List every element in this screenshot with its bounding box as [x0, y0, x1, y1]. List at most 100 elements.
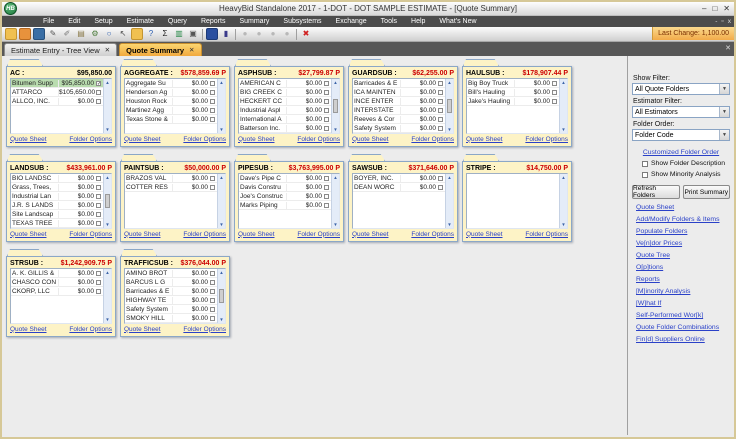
folder-options-link[interactable]: Folder Options: [69, 326, 112, 333]
vendor-row[interactable]: CHASCO CON$0.00: [11, 278, 103, 287]
vendor-row[interactable]: AMINO BROT$0.00: [125, 269, 217, 278]
vendor-row[interactable]: HECKERT CC$0.00: [239, 97, 331, 106]
folder-options-link[interactable]: Folder Options: [411, 136, 454, 143]
vendor-checkbox[interactable]: [324, 81, 329, 86]
chevron-down-icon[interactable]: ▼: [719, 130, 729, 140]
sidebar-link-reports[interactable]: Reports: [636, 276, 730, 283]
chevron-down-icon[interactable]: ▼: [719, 84, 729, 94]
menu-item-help[interactable]: Help: [404, 16, 432, 27]
vendor-checkbox[interactable]: ✓: [96, 81, 101, 86]
vendor-row[interactable]: Henderson Ag$0.00: [125, 88, 217, 97]
scroll-up-icon[interactable]: ▲: [104, 174, 111, 181]
vertical-scrollbar[interactable]: ▲▼: [331, 79, 339, 133]
sidebar-link-quote-sheet[interactable]: Quote Sheet: [636, 204, 730, 211]
scroll-up-icon[interactable]: ▲: [104, 79, 111, 86]
vendor-checkbox[interactable]: [210, 117, 215, 122]
vendor-row[interactable]: HIGHWAY TE$0.00: [125, 296, 217, 305]
scroll-up-icon[interactable]: ▲: [332, 79, 339, 86]
scroll-down-icon[interactable]: ▼: [104, 126, 111, 133]
vendor-row[interactable]: Big Boy Truck$0.00: [467, 79, 559, 88]
folder-options-link[interactable]: Folder Options: [525, 136, 568, 143]
menu-item-subsystems[interactable]: Subsystems: [276, 16, 328, 27]
vendor-checkbox[interactable]: [210, 271, 215, 276]
menu-item-query[interactable]: Query: [161, 16, 194, 27]
vertical-scrollbar[interactable]: ▲▼: [331, 174, 339, 228]
scroll-up-icon[interactable]: ▲: [218, 269, 225, 276]
menu-item-edit[interactable]: Edit: [61, 16, 87, 27]
scroll-up-icon[interactable]: ▲: [332, 174, 339, 181]
vendor-row[interactable]: Marks Piping$0.00: [239, 201, 331, 210]
vendor-row[interactable]: ALLCO, INC.$0.00: [11, 97, 103, 106]
notes-icon[interactable]: [206, 28, 218, 40]
vendor-row[interactable]: CKORP, LLC$0.00: [11, 287, 103, 296]
vendor-checkbox[interactable]: [96, 271, 101, 276]
show-filter-select[interactable]: All Quote Folders ▼: [632, 83, 730, 95]
pen-icon[interactable]: ✐: [61, 28, 73, 40]
vendor-row[interactable]: DEAN WORC$0.00: [353, 183, 445, 192]
vertical-scrollbar[interactable]: ▲▼: [103, 174, 111, 228]
vendor-checkbox[interactable]: [438, 117, 443, 122]
vendor-row[interactable]: Barricades & E$0.00: [125, 287, 217, 296]
scroll-up-icon[interactable]: ▲: [218, 174, 225, 181]
vendor-checkbox[interactable]: [210, 307, 215, 312]
sum-icon[interactable]: Σ: [159, 28, 171, 40]
folder-options-link[interactable]: Folder Options: [183, 231, 226, 238]
vendor-row[interactable]: BIO LANDSC$0.00: [11, 174, 103, 183]
menu-item-exchange[interactable]: Exchange: [329, 16, 374, 27]
vendor-checkbox[interactable]: [210, 280, 215, 285]
quote-sheet-link[interactable]: Quote Sheet: [466, 136, 503, 143]
vendor-row[interactable]: Batterson Inc.$0.00: [239, 124, 331, 133]
folder-options-link[interactable]: Folder Options: [525, 231, 568, 238]
vertical-scrollbar[interactable]: ▲▼: [103, 79, 111, 133]
vendor-checkbox[interactable]: [552, 90, 557, 95]
tab-close-icon[interactable]: ✕: [189, 46, 194, 54]
vendor-row[interactable]: BRAZOS VAL$0.00: [125, 174, 217, 183]
vertical-scrollbar[interactable]: ▲▼: [559, 79, 567, 133]
vendor-checkbox[interactable]: [324, 99, 329, 104]
vendor-row[interactable]: AMERICAN C$0.00: [239, 79, 331, 88]
scroll-up-icon[interactable]: ▲: [218, 79, 225, 86]
vendor-checkbox[interactable]: [438, 108, 443, 113]
vendor-row[interactable]: Bitumen Supp$95,850.00✓: [11, 79, 103, 88]
print-summary-button[interactable]: Print Summary: [683, 185, 731, 199]
mdi-restore-button[interactable]: ▫: [721, 16, 723, 27]
show-minority-analysis-checkbox[interactable]: Show Minority Analysis: [642, 171, 730, 178]
vendor-checkbox[interactable]: [96, 99, 101, 104]
vendor-row[interactable]: BOYER, INC.$0.00: [353, 174, 445, 183]
folder-options-link[interactable]: Folder Options: [183, 326, 226, 333]
vendor-row[interactable]: Grass, Trees,$0.00: [11, 183, 103, 192]
folder-options-link[interactable]: Folder Options: [183, 136, 226, 143]
money-icon[interactable]: ▮: [220, 28, 232, 40]
vendor-checkbox[interactable]: [438, 81, 443, 86]
quote-sheet-link[interactable]: Quote Sheet: [238, 231, 275, 238]
nav-next-icon[interactable]: ●: [267, 28, 279, 40]
sidebar-link-self-performed-wor-k-[interactable]: Self-Performed Wor[k]: [636, 312, 730, 319]
scroll-thumb[interactable]: [333, 99, 338, 113]
quote-sheet-link[interactable]: Quote Sheet: [352, 136, 389, 143]
vendor-row[interactable]: Houston Rock$0.00: [125, 97, 217, 106]
vendor-checkbox[interactable]: [210, 176, 215, 181]
minimize-button[interactable]: –: [702, 4, 706, 13]
vendor-row[interactable]: Barricades & E$0.00: [353, 79, 445, 88]
vendor-checkbox[interactable]: [438, 185, 443, 190]
tab-quote-summary[interactable]: Quote Summary✕: [119, 43, 201, 56]
vendor-row[interactable]: Reeves & Cor$0.00: [353, 115, 445, 124]
vendor-checkbox[interactable]: [324, 108, 329, 113]
help-balloon-icon[interactable]: ?: [145, 28, 157, 40]
vendor-checkbox[interactable]: [210, 90, 215, 95]
vertical-scrollbar[interactable]: ▲▼: [445, 79, 453, 133]
folder-options-link[interactable]: Folder Options: [69, 231, 112, 238]
vendor-row[interactable]: Davis Constru$0.00: [239, 183, 331, 192]
scroll-thumb[interactable]: [447, 99, 452, 113]
vertical-scrollbar[interactable]: ▲▼: [103, 269, 111, 323]
open-folder-icon[interactable]: [5, 28, 17, 40]
vendor-row[interactable]: Dave's Pipe C$0.00: [239, 174, 331, 183]
quote-sheet-link[interactable]: Quote Sheet: [10, 136, 47, 143]
vertical-scrollbar[interactable]: ▲▼: [559, 174, 567, 228]
print-icon[interactable]: ▣: [187, 28, 199, 40]
vendor-row[interactable]: Industrial Lan$0.00: [11, 192, 103, 201]
sidebar-link--w-hat-if[interactable]: [W]hat If: [636, 300, 730, 307]
edit-pencil-icon[interactable]: ✎: [47, 28, 59, 40]
sidebar-link-ve-n-dor-prices[interactable]: Ve[n]dor Prices: [636, 240, 730, 247]
scroll-up-icon[interactable]: ▲: [560, 174, 567, 181]
